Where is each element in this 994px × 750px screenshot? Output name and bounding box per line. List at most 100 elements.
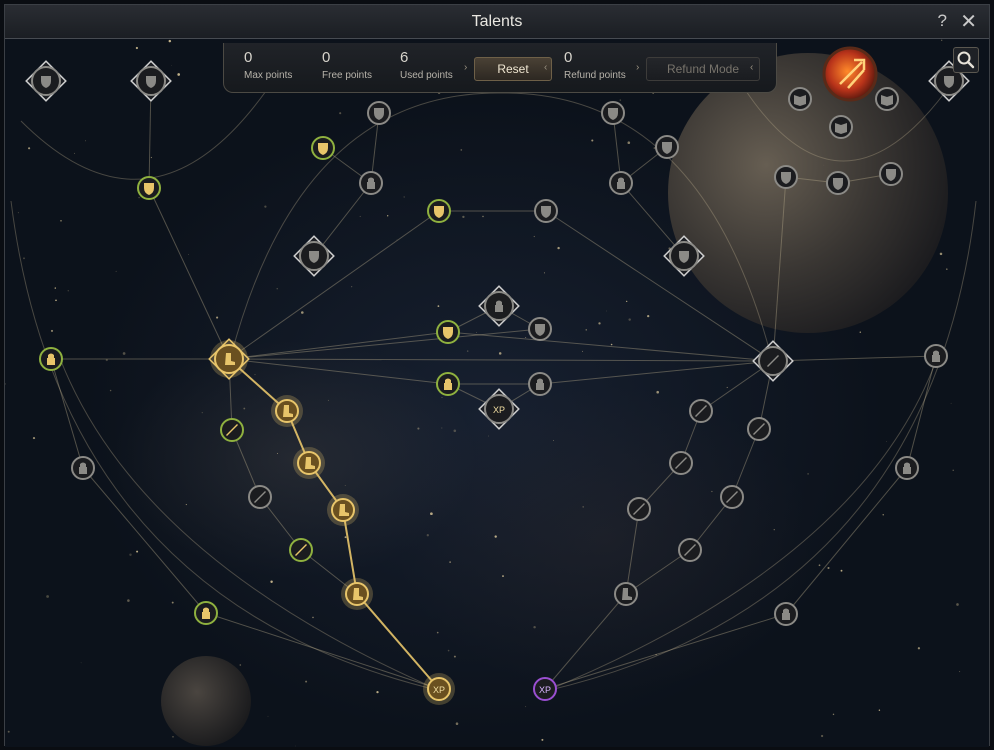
talent-node-locked[interactable] (293, 235, 335, 277)
star (430, 512, 433, 516)
talent-node-locked[interactable] (367, 101, 391, 125)
talent-node-locked[interactable] (752, 340, 794, 382)
talent-node-available[interactable] (194, 601, 218, 625)
star (135, 46, 139, 50)
star (267, 715, 269, 717)
star (726, 386, 728, 388)
talent-node-available[interactable] (311, 136, 335, 160)
talent-node-available[interactable] (39, 347, 63, 371)
talent-node-locked[interactable] (248, 485, 272, 509)
star (32, 437, 36, 440)
star (591, 139, 594, 142)
talent-node-locked[interactable] (71, 456, 95, 480)
reset-left-arrow-icon: › (464, 62, 468, 73)
help-button[interactable]: ? (938, 11, 947, 31)
connection (82, 467, 207, 614)
star (946, 268, 948, 270)
talent-node-locked[interactable] (879, 162, 903, 186)
talent-node-locked[interactable] (788, 87, 812, 111)
star (541, 738, 544, 741)
talent-node-available[interactable] (427, 199, 451, 223)
talent-node-locked[interactable] (25, 60, 67, 102)
talent-node-locked[interactable] (720, 485, 744, 509)
star (23, 257, 25, 260)
star (216, 316, 219, 319)
star (441, 397, 443, 398)
flame-skill-icon[interactable] (822, 46, 878, 102)
talent-node-locked[interactable] (601, 101, 625, 125)
star (449, 561, 451, 563)
talent-node-locked[interactable] (875, 87, 899, 111)
talent-node-allocated[interactable] (293, 447, 325, 479)
close-button[interactable]: ✕ (960, 9, 977, 34)
talent-node-locked[interactable] (774, 602, 798, 626)
refund-right-arrow-icon: ‹ (750, 62, 754, 73)
star (820, 734, 824, 738)
star (55, 299, 57, 302)
connection (228, 328, 541, 360)
star (582, 506, 585, 508)
talent-node-allocated[interactable] (327, 494, 359, 526)
lock-icon (782, 608, 790, 620)
star (619, 99, 622, 101)
star (67, 290, 69, 292)
star (80, 662, 82, 664)
star (172, 736, 174, 738)
search-button[interactable] (953, 47, 979, 73)
star (417, 427, 420, 430)
star (939, 252, 943, 256)
connection (906, 355, 937, 469)
star (832, 713, 835, 716)
talent-node-locked[interactable] (130, 60, 172, 102)
talent-node-locked[interactable] (895, 456, 919, 480)
talent-node-available[interactable] (137, 176, 161, 200)
talent-node-available[interactable] (436, 320, 460, 344)
talent-node-locked[interactable] (669, 451, 693, 475)
talent-node-locked[interactable] (534, 199, 558, 223)
star (462, 215, 465, 219)
talent-node-locked[interactable] (655, 135, 679, 159)
talents-window: Talents ? ✕ XP XP XP 0 Max points 0 Free… (4, 4, 990, 747)
lock-icon (367, 177, 375, 189)
talent-node-available[interactable] (289, 538, 313, 562)
talent-node-allocated[interactable] (208, 338, 250, 380)
talent-node-allocated[interactable] (271, 395, 303, 427)
star (859, 331, 862, 333)
star (557, 246, 560, 250)
talent-node-locked[interactable] (774, 165, 798, 189)
talent-node-locked[interactable] (478, 285, 520, 327)
talent-node-locked[interactable] (747, 417, 771, 441)
talent-node-locked[interactable]: XP (478, 388, 520, 430)
refund-mode-button[interactable]: Refund Mode (646, 57, 760, 81)
refund-left-arrow-icon: › (636, 62, 640, 73)
talent-node-locked[interactable] (627, 497, 651, 521)
talent-node-locked[interactable] (826, 171, 850, 195)
talent-node-locked[interactable] (614, 582, 638, 606)
star (886, 441, 887, 442)
reset-button[interactable]: Reset (474, 57, 552, 81)
talent-node-locked[interactable] (609, 171, 633, 195)
talent-node-locked[interactable] (678, 538, 702, 562)
search-icon (957, 51, 975, 69)
talent-node-locked[interactable] (689, 399, 713, 423)
talent-node-locked[interactable] (924, 344, 948, 368)
star (656, 390, 659, 394)
star (882, 514, 884, 516)
talent-node-locked[interactable] (359, 171, 383, 195)
star (127, 599, 130, 602)
star (525, 337, 527, 338)
star (122, 352, 126, 355)
talent-node-locked[interactable] (528, 372, 552, 396)
talent-node-allocated[interactable]: XP (423, 673, 455, 705)
talent-node-locked[interactable] (829, 115, 853, 139)
talent-node-locked[interactable] (528, 317, 552, 341)
star (50, 329, 54, 332)
talent-node-allocated[interactable] (341, 578, 373, 610)
talent-node-xp_special[interactable]: XP (533, 677, 557, 701)
star (807, 473, 809, 475)
star (54, 287, 56, 289)
talent-node-available[interactable] (436, 372, 460, 396)
talent-tree-graph: XP XP XP (5, 39, 977, 747)
guide-arc (20, 90, 267, 180)
talent-node-available[interactable] (220, 418, 244, 442)
